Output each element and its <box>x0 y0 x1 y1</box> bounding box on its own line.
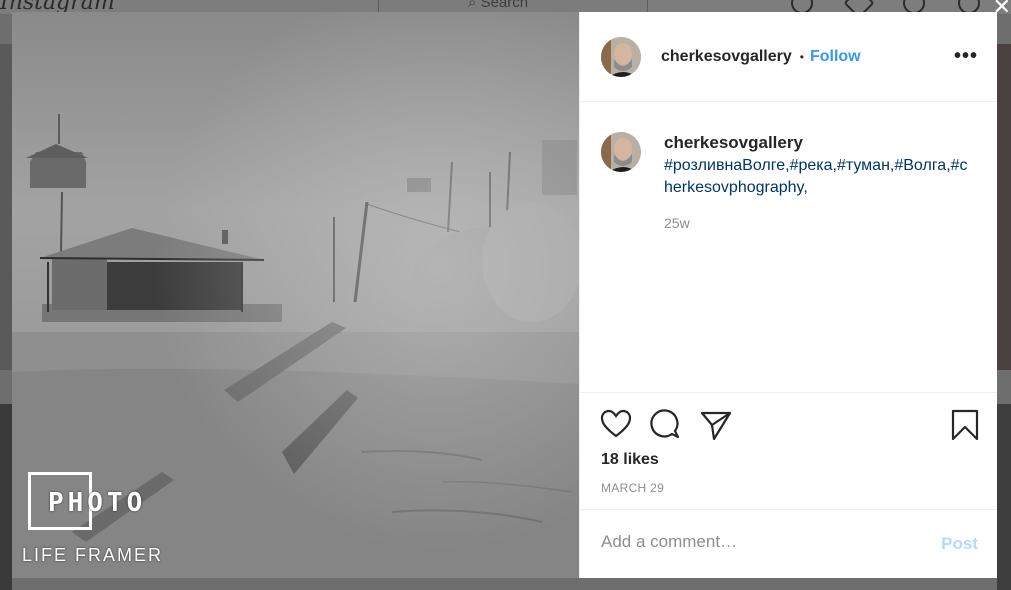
post-photo[interactable]: PHOTO LIFE FRAMER <box>12 12 579 578</box>
avatar[interactable] <box>601 36 641 77</box>
likes-count[interactable]: 18 likes <box>601 451 659 469</box>
share-icon[interactable] <box>700 409 732 446</box>
background-tile <box>997 44 1011 370</box>
more-options-icon[interactable]: ••• <box>954 45 978 68</box>
separator-dot: • <box>799 49 804 64</box>
post-comment-button[interactable]: Post <box>941 534 978 554</box>
post-actions: 18 likes MARCH 29 <box>580 392 997 510</box>
background-tile <box>0 404 12 590</box>
search-placeholder-text: Search <box>480 0 529 11</box>
post-date[interactable]: MARCH 29 <box>601 481 664 495</box>
search-icon: ⌕ <box>468 0 477 11</box>
background-tile <box>997 404 1011 590</box>
heart-icon[interactable] <box>600 409 632 444</box>
caption-username[interactable]: cherkesovgallery <box>664 133 803 153</box>
background-search-placeholder: ⌕ Search <box>468 0 528 11</box>
background-tile <box>0 44 12 370</box>
watermark-subtitle: LIFE FRAMER <box>22 545 164 565</box>
header-username[interactable]: cherkesov­gallery <box>661 48 792 66</box>
comment-input[interactable] <box>601 532 901 552</box>
comment-icon[interactable] <box>650 409 682 446</box>
bookmark-icon[interactable] <box>951 409 979 446</box>
watermark-title: PHOTO <box>48 488 147 518</box>
avatar-image <box>601 36 641 77</box>
post-modal: PHOTO LIFE FRAMER cherkesov­gallery • Fo… <box>12 12 997 578</box>
caption-timestamp[interactable]: 25w <box>664 215 690 231</box>
post-header: cherkesov­gallery • Follow ••• <box>580 12 997 102</box>
avatar-image <box>601 132 641 172</box>
caption-hashtags[interactable]: #розливнаВолге,#река,#туман,#Волга,#cher… <box>664 155 974 199</box>
caption-area: cherkesovgallery #розливнаВолге,#река,#т… <box>580 102 997 392</box>
follow-button[interactable]: Follow <box>810 48 861 66</box>
add-comment-bar: Post <box>580 509 997 579</box>
post-sidebar: cherkesov­gallery • Follow ••• cherkesov… <box>579 12 997 578</box>
caption-avatar[interactable] <box>601 132 641 172</box>
